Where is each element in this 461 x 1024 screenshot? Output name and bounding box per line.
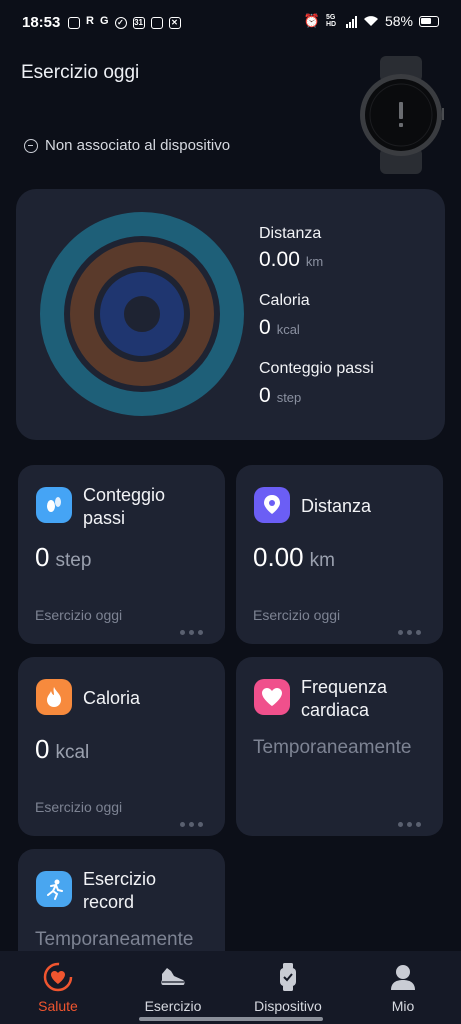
battery-percent: 58% <box>384 13 413 29</box>
calendar-icon: 31 <box>132 17 145 29</box>
calorie-tile[interactable]: Caloria 0 kcal Esercizio oggi <box>18 657 225 836</box>
nav-label-exercise: Esercizio <box>144 998 202 1014</box>
steps-tile-title-line1: Conteggio <box>83 485 166 505</box>
calorie-label: Caloria <box>259 292 310 309</box>
flame-icon <box>36 679 72 715</box>
check-icon: ✓ <box>114 17 127 29</box>
notification-icons: R G ✓ 31 ✕ <box>68 14 181 32</box>
distance-tile-title: Distanza <box>301 496 372 516</box>
steps-tile[interactable]: Conteggio passi 0 step Esercizio oggi <box>18 465 225 644</box>
calorie-tile-unit: kcal <box>55 742 90 763</box>
heart-icon <box>254 679 290 715</box>
watch-icon <box>280 963 296 991</box>
nav-item-health[interactable]: Salute <box>8 962 108 1014</box>
distance-metric: 0.00 km <box>259 248 323 272</box>
page-title: Esercizio oggi <box>21 62 140 83</box>
nav-item-me[interactable]: Mio <box>353 962 453 1014</box>
distance-tile-subtitle: Esercizio oggi <box>253 607 341 623</box>
nav-label-health: Salute <box>38 998 78 1014</box>
nav-label-me: Mio <box>391 998 415 1014</box>
heart-rate-tile-title: Frequenza cardiaca <box>301 676 387 722</box>
heart-rate-tile[interactable]: Frequenza cardiaca Temporaneamente <box>236 657 443 836</box>
activity-rings <box>40 212 244 416</box>
distance-more-icon[interactable] <box>398 630 421 635</box>
steps-tile-title-line2: passi <box>83 508 126 528</box>
steps-tile-unit: step <box>55 550 92 571</box>
network-type: 5G HD <box>325 14 337 28</box>
calorie-unit: kcal <box>276 322 300 337</box>
steps-tile-value: 0 <box>35 542 50 572</box>
distance-value: 0.00 <box>259 248 300 271</box>
shoe-icon <box>161 968 185 985</box>
calorie-tile-subtitle: Esercizio oggi <box>35 799 123 815</box>
heart-rate-status: Temporaneamente <box>253 737 412 758</box>
footprint-icon <box>36 487 72 523</box>
briefcase-icon <box>150 17 163 29</box>
distance-tile[interactable]: Distanza 0.00 km Esercizio oggi <box>236 465 443 644</box>
distance-tile-unit: km <box>309 550 335 571</box>
exercise-record-status: Temporaneamente <box>35 929 194 950</box>
distance-tile-value-row: 0.00 km <box>253 542 335 573</box>
steps-more-icon[interactable] <box>180 630 203 635</box>
distance-unit: km <box>305 254 324 269</box>
device-status-label: Non associato al dispositivo <box>45 137 231 154</box>
battery-icon <box>419 15 439 27</box>
calorie-tile-value: 0 <box>35 734 50 764</box>
exercise-record-tile-title: Esercizio record <box>83 868 156 914</box>
calorie-value: 0 <box>259 316 271 339</box>
steps-tile-value-row: 0 step <box>35 542 91 573</box>
smartwatch-image[interactable] <box>358 56 444 174</box>
instagram-icon <box>68 17 80 29</box>
nav-label-device: Dispositivo <box>254 998 322 1014</box>
exercise-record-tile-title-line2: record <box>83 892 135 912</box>
steps-tile-subtitle: Esercizio oggi <box>35 607 123 623</box>
minus-circle-icon <box>24 138 38 153</box>
wifi-icon <box>363 16 378 26</box>
nav-item-exercise[interactable]: Esercizio <box>123 962 223 1014</box>
steps-metric: 0 step <box>259 384 301 408</box>
heart-rate-more-icon[interactable] <box>398 822 421 827</box>
calorie-tile-title: Caloria <box>83 688 141 708</box>
health-heart-icon <box>43 962 73 992</box>
heart-rate-tile-title-line1: Frequenza <box>301 677 388 697</box>
distance-tile-value: 0.00 <box>253 542 304 572</box>
mail-icon: ✕ <box>168 17 181 29</box>
g-icon: G <box>99 15 109 27</box>
running-figure-icon <box>36 871 72 907</box>
calorie-tile-value-row: 0 kcal <box>35 734 89 765</box>
person-icon <box>391 965 415 990</box>
calorie-more-icon[interactable] <box>180 822 203 827</box>
nav-item-device[interactable]: Dispositivo <box>238 962 338 1014</box>
steps-value: 0 <box>259 384 271 407</box>
steps-tile-title: Conteggio passi <box>83 484 165 530</box>
steps-label: Conteggio passi <box>259 360 374 377</box>
device-status[interactable]: Non associato al dispositivo <box>24 137 230 154</box>
status-right: ⏰ 5G HD 58% <box>304 13 439 29</box>
steps-unit: step <box>276 390 302 405</box>
home-indicator[interactable] <box>139 1017 323 1021</box>
status-time: 18:53 <box>22 14 61 31</box>
heart-rate-tile-title-line2: cardiaca <box>301 700 370 720</box>
location-pin-icon <box>254 487 290 523</box>
r-icon: R <box>86 15 94 27</box>
alarm-icon: ⏰ <box>303 13 320 28</box>
signal-icon <box>345 16 357 28</box>
exercise-record-tile-title-line1: Esercizio <box>83 869 157 889</box>
calorie-metric: 0 kcal <box>259 316 300 340</box>
distance-label: Distanza <box>259 225 322 242</box>
